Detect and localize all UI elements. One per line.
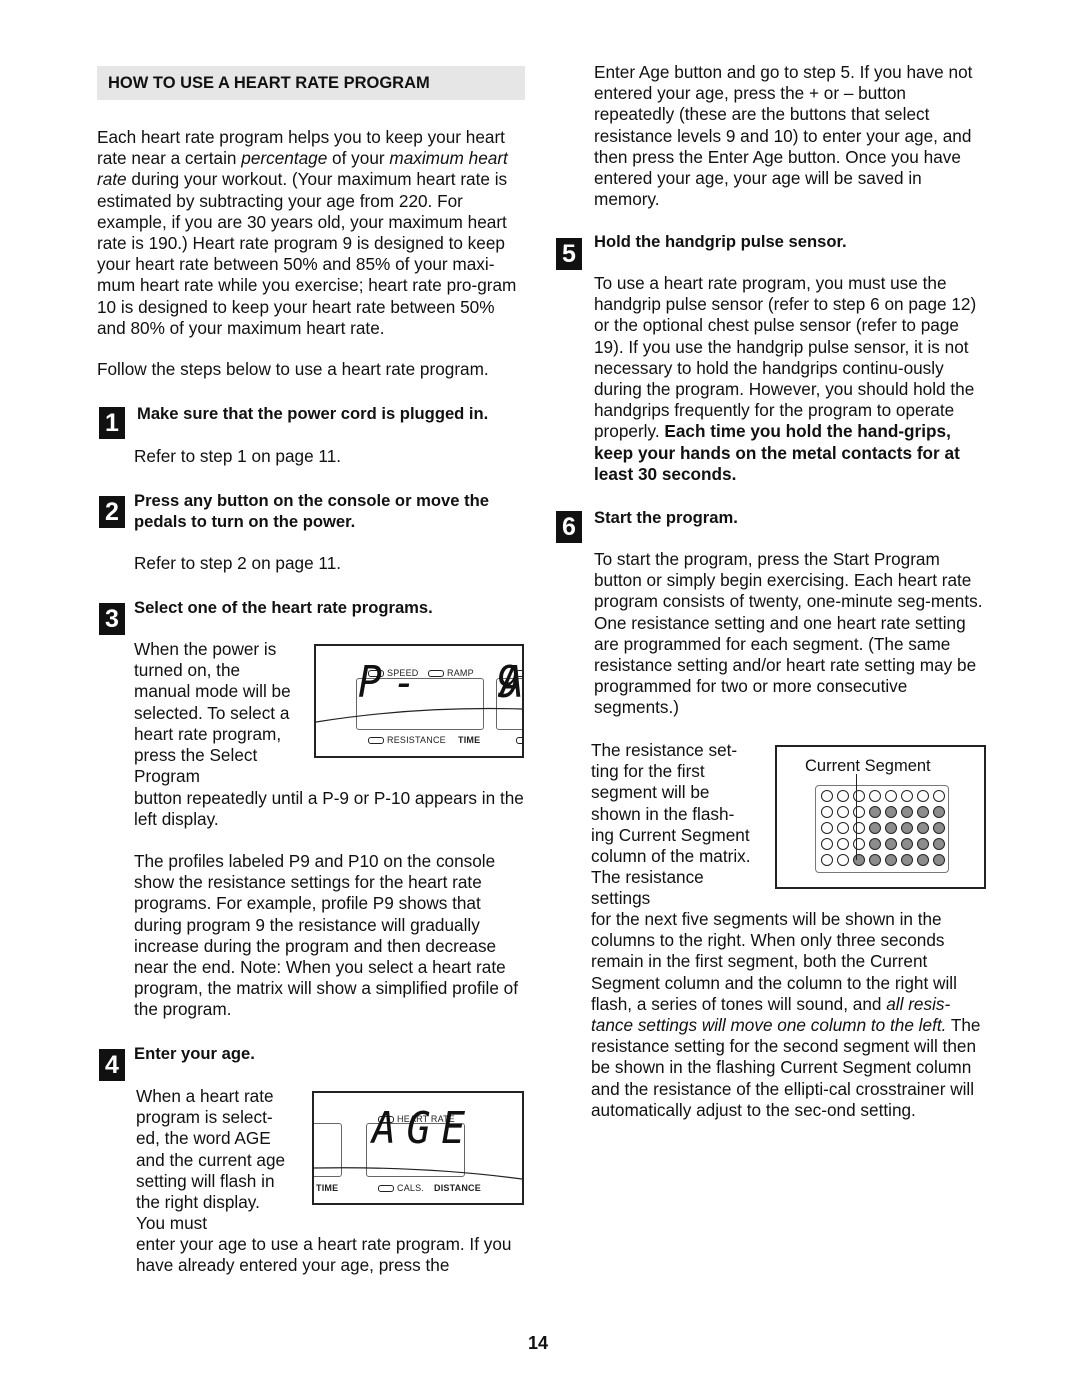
resistance-led-icon: [368, 737, 384, 745]
intro-paragraph: Each heart rate program helps you to kee…: [97, 127, 527, 339]
step-3-title: Select one of the heart rate programs.: [134, 598, 433, 617]
section-heading: HOW TO USE A HEART RATE PROGRAM: [108, 74, 430, 92]
matrix-led-on: [917, 854, 929, 866]
step-5-body-text: To use a heart rate program, you must us…: [594, 273, 977, 442]
matrix-led-off: [837, 806, 849, 818]
edge-led-bottom-icon: [516, 737, 522, 745]
step-5-title: Hold the handgrip pulse sensor.: [594, 232, 847, 251]
matrix-led-on: [933, 838, 945, 850]
time-label: TIME: [316, 1183, 339, 1193]
step-5-body: To use a heart rate program, you must us…: [594, 273, 986, 485]
step-4-body-full: enter your age to use a heart rate progr…: [136, 1234, 512, 1276]
intro-text: during your workout. (Your maximum heart…: [97, 169, 517, 338]
console-program-display: SPEED RAMP P- 9 A RESISTANCE TIME: [314, 644, 524, 758]
step-4-body-continued: Enter Age button and go to step 5. If yo…: [594, 62, 973, 210]
matrix-led-on: [901, 854, 913, 866]
step-2-title: Press any button on the console or move …: [134, 491, 489, 532]
section-heading-bar: HOW TO USE A HEART RATE PROGRAM: [97, 66, 525, 100]
time-label: TIME: [458, 735, 481, 745]
matrix-led-on: [917, 822, 929, 834]
matrix-led-off: [901, 790, 913, 802]
step-4-body-wrap: When a heart rate program is select-ed, …: [136, 1086, 286, 1234]
matrix-led-on: [885, 822, 897, 834]
matrix-led-on: [869, 806, 881, 818]
matrix-led-on: [869, 822, 881, 834]
matrix-led-on: [933, 806, 945, 818]
step-number-1: 1: [99, 407, 125, 439]
step-2-body: Refer to step 2 on page 11.: [134, 553, 342, 573]
intro-follow-text: Follow the steps below to use a heart ra…: [97, 359, 489, 379]
matrix-led-on: [933, 822, 945, 834]
matrix-led-on: [917, 838, 929, 850]
step-1-title: Make sure that the power cord is plugged…: [137, 404, 489, 423]
step-4-title: Enter your age.: [134, 1044, 255, 1063]
step-1-body: Refer to step 1 on page 11.: [134, 446, 342, 466]
matrix-led-off: [885, 790, 897, 802]
matrix-led-off: [821, 838, 833, 850]
matrix-led-off: [821, 806, 833, 818]
intro-text: of your: [327, 148, 390, 169]
matrix-led-off: [821, 854, 833, 866]
matrix-led-on: [901, 838, 913, 850]
matrix-led-off: [853, 790, 865, 802]
step-number-4: 4: [99, 1049, 125, 1081]
matrix-led-off: [853, 806, 865, 818]
matrix-led-off: [837, 822, 849, 834]
step-number-6: 6: [556, 511, 582, 543]
step-number-5: 5: [556, 238, 582, 270]
matrix-title: Current Segment: [805, 757, 931, 775]
matrix-led-on: [885, 806, 897, 818]
matrix-led-off: [837, 854, 849, 866]
matrix-led-on: [933, 854, 945, 866]
matrix-led-on: [869, 838, 881, 850]
matrix-led-off: [869, 790, 881, 802]
step-6-body: To start the program, press the Start Pr…: [594, 549, 983, 718]
step-6-body-wrap: The resistance set-ting for the first se…: [591, 740, 751, 909]
step-3-body-wrap: When the power is turned on, the manual …: [134, 639, 291, 787]
matrix-led-off: [853, 822, 865, 834]
step-6-body-full: for the next five segments will be shown…: [591, 909, 981, 1120]
cals-indicator: CALS.: [378, 1178, 424, 1199]
cals-led-icon: [378, 1185, 394, 1193]
matrix-led-off: [821, 790, 833, 802]
intro-emphasis: percentage: [241, 148, 328, 169]
matrix-led-on: [917, 806, 929, 818]
step-6-title: Start the program.: [594, 508, 738, 527]
console-age-display: HEART RATE AGE TIME CALS. DISTANCE: [312, 1091, 524, 1205]
matrix-led-off: [917, 790, 929, 802]
matrix-led-on: [853, 854, 865, 866]
page-number: 14: [528, 1333, 549, 1353]
step-number-2: 2: [99, 496, 125, 528]
matrix-led-on: [901, 806, 913, 818]
matrix-led-on: [869, 854, 881, 866]
matrix-led-off: [837, 838, 849, 850]
step-3-body-full: button repeatedly until a P-9 or P-10 ap…: [134, 788, 524, 830]
resistance-matrix: [815, 785, 949, 873]
matrix-led-off: [837, 790, 849, 802]
matrix-led-on: [885, 838, 897, 850]
matrix-led-off: [933, 790, 945, 802]
current-segment-pointer: [856, 774, 858, 860]
matrix-led-off: [853, 838, 865, 850]
matrix-led-off: [821, 822, 833, 834]
resistance-indicator: RESISTANCE: [368, 730, 446, 751]
matrix-led-on: [885, 854, 897, 866]
step-number-3: 3: [99, 603, 125, 635]
matrix-led-on: [901, 822, 913, 834]
step-3-body-2: The profiles labeled P9 and P10 on the c…: [134, 851, 518, 1020]
edge-indicator-bottom: [516, 730, 522, 751]
distance-label: DISTANCE: [434, 1183, 481, 1193]
current-segment-figure: Current Segment: [775, 745, 986, 889]
